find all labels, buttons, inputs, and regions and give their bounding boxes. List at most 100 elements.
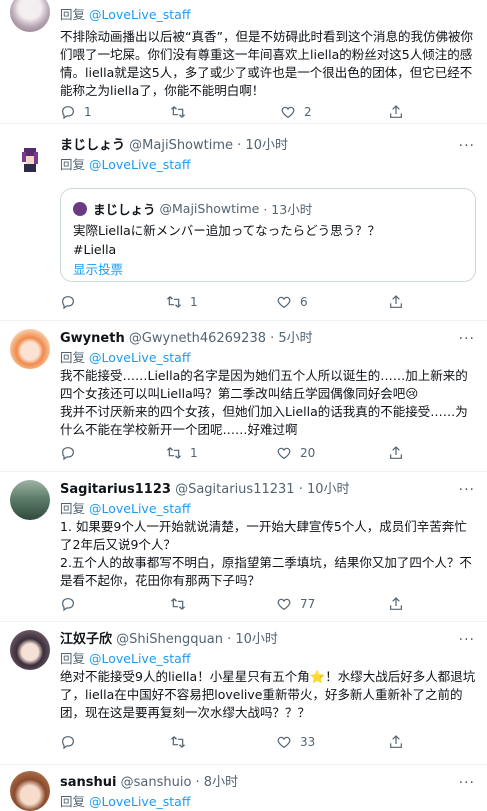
tweet-0[interactable]: 回复 @LoveLive_staff 不排除动画播出以后被“真香”，但是不妨碍此… [0,0,487,124]
reply-button[interactable] [60,594,84,614]
more-icon[interactable]: ··· [459,482,475,498]
timestamp[interactable]: · 8小时 [196,775,239,790]
quoted-display-name: まじしょう [93,202,156,217]
timestamp[interactable]: · 10小时 [227,632,278,647]
retweet-icon [170,736,186,748]
reply-button[interactable] [60,443,84,463]
like-icon [277,447,291,460]
reply-context: 回复 @LoveLive_staff [60,349,477,367]
share-button[interactable] [388,443,404,463]
retweet-count: 1 [190,295,198,309]
like-button[interactable]: 33 [276,732,315,752]
share-icon [390,735,402,748]
tweet-4[interactable]: 江奴子欣 @ShiShengquan · 10小时 回复 @LoveLive_s… [0,622,487,765]
mention-link[interactable]: @LoveLive_staff [89,651,190,666]
retweet-button[interactable]: 1 [166,443,198,463]
avatar[interactable] [10,329,50,369]
like-button[interactable]: 6 [276,292,308,312]
like-count: 20 [300,446,316,460]
timestamp[interactable]: · 5小时 [270,331,313,346]
like-count: 6 [300,295,308,309]
more-icon[interactable]: ··· [459,632,475,648]
reply-prefix: 回复 [60,157,86,172]
like-button[interactable]: 77 [276,594,315,614]
share-button[interactable] [388,292,404,312]
user-handle[interactable]: @sanshuio [121,775,192,790]
timestamp[interactable]: · 10小时 [237,138,288,153]
like-icon [281,106,295,119]
retweet-count: 1 [190,446,198,460]
mention-link[interactable]: @LoveLive_staff [89,157,190,172]
display-name[interactable]: Sagitarius1123 [60,482,171,497]
retweet-icon [170,106,186,118]
avatar[interactable] [10,630,50,670]
reply-icon [62,447,74,461]
quoted-timestamp: · 13小时 [263,202,313,217]
reply-context: 回复 @LoveLive_staff [60,6,477,24]
share-button[interactable] [388,594,404,614]
reply-button[interactable] [60,732,84,752]
display-name[interactable]: Gwyneth [60,331,125,346]
reply-button[interactable] [60,292,84,312]
user-handle[interactable]: @Sagitarius11231 [175,482,294,497]
quoted-text: 実際Liellaに新メンバー追加ってなったらどう思う？？ #Liella [73,223,381,257]
quoted-user-handle: @MajiShowtime [159,201,260,216]
more-icon[interactable]: ··· [459,138,475,154]
more-icon[interactable]: ··· [459,331,475,347]
display-name[interactable]: 江奴子欣 [60,632,112,647]
avatar[interactable] [10,480,50,520]
tweet-5[interactable]: sanshui @sanshuio · 8小时 回复 @LoveLive_sta… [0,765,487,811]
reply-prefix: 回复 [60,7,86,22]
mention-link[interactable]: @LoveLive_staff [89,350,190,365]
display-name[interactable]: sanshui [60,775,116,790]
timestamp[interactable]: · 10小时 [299,482,350,497]
user-handle[interactable]: @MajiShowtime [129,138,233,153]
reply-prefix: 回复 [60,794,86,809]
share-icon [390,295,402,308]
reply-context: 回复 @LoveLive_staff [60,650,477,668]
share-icon [390,105,402,118]
mention-link[interactable]: @LoveLive_staff [89,501,190,516]
reply-prefix: 回复 [60,651,86,666]
tweet-text: 绝对不能接受9人的liella！小星星只有五个角⭐！水缪大战后好多人都退坑了，l… [60,669,476,720]
tweet-text: 我不能接受……Liella的名字是因为她们五个人所以诞生的……加上新来的四个女孩… [60,368,468,437]
tweet-3[interactable]: Sagitarius1123 @Sagitarius11231 · 10小时 回… [0,472,487,622]
retweet-icon [166,296,182,308]
avatar[interactable] [10,140,50,180]
share-icon [390,446,402,459]
reply-button[interactable]: 1 [60,102,92,122]
reply-prefix: 回复 [60,350,86,365]
mention-link[interactable]: @LoveLive_staff [89,7,190,22]
tweet-2[interactable]: Gwyneth @Gwyneth46269238 · 5小时 回复 @LoveL… [0,321,487,472]
reply-icon [62,106,74,120]
reply-context: 回复 @LoveLive_staff [60,793,477,811]
retweet-button[interactable] [170,594,194,614]
reply-context: 回复 @LoveLive_staff [60,500,477,518]
share-button[interactable] [388,732,404,752]
share-button[interactable] [388,102,404,122]
more-icon[interactable]: ··· [459,775,475,791]
quoted-tweet[interactable]: まじしょう @MajiShowtime · 13小时 実際Liellaに新メンバ… [60,188,476,282]
retweet-button[interactable]: 1 [166,292,198,312]
retweet-icon [166,447,182,459]
tweet-1[interactable]: まじしょう @MajiShowtime · 10小时 回复 @LoveLive_… [0,124,487,321]
reply-context: 回复 @LoveLive_staff [60,156,477,174]
like-icon [277,736,291,749]
reply-icon [62,598,74,612]
like-button[interactable]: 20 [276,443,315,463]
retweet-button[interactable] [170,102,194,122]
like-icon [277,598,291,611]
avatar[interactable] [10,0,50,32]
like-count: 33 [300,735,316,749]
user-handle[interactable]: @ShiShengquan [116,632,223,647]
mention-link[interactable]: @LoveLive_staff [89,794,190,809]
pixel-avatar-icon [22,148,38,172]
retweet-icon [170,598,186,610]
user-handle[interactable]: @Gwyneth46269238 [129,331,266,346]
like-button[interactable]: 2 [280,102,312,122]
retweet-button[interactable] [170,732,194,752]
display-name[interactable]: まじしょう [60,138,125,153]
reply-count: 1 [84,105,92,119]
avatar[interactable] [10,771,50,811]
show-poll-link[interactable]: 显示投票 [73,259,123,278]
